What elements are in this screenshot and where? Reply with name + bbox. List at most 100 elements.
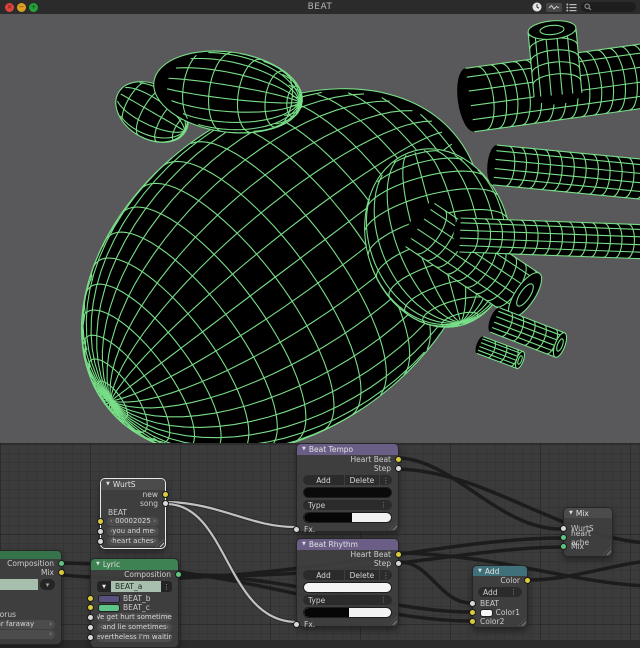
node-header[interactable]: ▼ WurtS	[101, 479, 165, 490]
value-slider[interactable]	[303, 607, 392, 618]
field-row	[0, 629, 61, 639]
socket-output-new[interactable]	[162, 491, 169, 498]
delete-button[interactable]: Delete	[344, 570, 379, 580]
node-header[interactable]: ▼ Lyric	[91, 559, 178, 570]
socket-output-step[interactable]	[395, 560, 402, 567]
socket-input-text-2[interactable]	[87, 623, 94, 631]
type-dropdown[interactable]: Type ⋮	[303, 595, 392, 605]
stepper-field-lyric[interactable]: nevertheless I'm waiting	[97, 632, 172, 642]
label-row: BEAT_c	[0, 601, 61, 610]
output-row-composition: Composition	[0, 559, 65, 568]
socket-input-3[interactable]	[97, 537, 104, 545]
viewport-3d[interactable]	[0, 14, 640, 456]
socket-output-composition[interactable]	[175, 571, 182, 578]
id-extra-button[interactable]: ⋮	[161, 581, 172, 592]
node-header[interactable]	[0, 551, 61, 559]
node-header[interactable]: ▼ Mix	[564, 508, 612, 518]
socket-output-heart-beat[interactable]	[395, 456, 402, 463]
socket-input-beat-c[interactable]	[87, 604, 94, 611]
collapse-triangle-icon[interactable]: ▼	[96, 562, 100, 567]
id-name-field[interactable]: BEAT_a	[111, 581, 161, 592]
dropdown-dots-icon: ⋮	[380, 596, 387, 604]
id-name-field[interactable]	[0, 579, 38, 590]
text-field-row: nevertheless I'm waiting	[87, 632, 178, 642]
type-label: Type	[308, 595, 326, 605]
stepper-field-number[interactable]: 00002025	[107, 516, 159, 526]
add-button[interactable]: Add	[303, 570, 344, 580]
collapse-triangle-icon[interactable]: ▼	[302, 447, 306, 452]
socket-output-song[interactable]	[162, 500, 169, 507]
stepper-field-text[interactable]: you and me	[107, 526, 159, 536]
dropdown-dots-icon: ⋮	[510, 588, 517, 596]
color-swatch-purple[interactable]	[98, 594, 120, 603]
socket-output-color[interactable]	[524, 577, 531, 584]
socket-input-2[interactable]	[97, 527, 104, 535]
stepper-field-text[interactable]: hear faraway	[0, 619, 55, 629]
socket-input-fx[interactable]	[293, 621, 300, 628]
socket-input-fx[interactable]	[293, 526, 300, 533]
node-beat-tempo[interactable]: ▼ Beat Tempo Heart Beat Step Add Delete …	[293, 443, 402, 534]
socket-input-mix[interactable]	[560, 543, 567, 550]
collapse-triangle-icon[interactable]: ▼	[106, 482, 110, 487]
stepper-field-empty[interactable]	[0, 629, 55, 639]
socket-input-1[interactable]	[97, 517, 104, 525]
node-beat-rhythm[interactable]: ▼ Beat Rhythm Heart Beat Step Add Delete…	[293, 538, 402, 629]
socket-input-beat-b[interactable]	[87, 595, 94, 602]
socket-input-text-3[interactable]	[87, 633, 94, 641]
node-header[interactable]: ▼ Beat Rhythm	[297, 539, 398, 550]
stepper-field-lyric[interactable]: We get hurt sometimes	[97, 612, 172, 622]
activity-wave-icon[interactable]	[546, 2, 562, 12]
stepper-field-lyric[interactable]: and lie sometimes	[97, 622, 172, 632]
socket-output-composition[interactable]	[58, 560, 65, 567]
list-icon[interactable]	[566, 3, 577, 12]
type-dropdown[interactable]: Type ⋮	[303, 500, 392, 510]
field-row: 00002025	[97, 516, 165, 526]
add-button[interactable]: Add	[303, 475, 344, 485]
id-extra-button[interactable]: ▾	[40, 579, 55, 590]
swatch-label: BEAT_b	[123, 594, 151, 603]
socket-input-color1[interactable]	[469, 609, 476, 616]
search-input[interactable]	[592, 3, 628, 11]
socket-input-heart-ache[interactable]	[560, 534, 567, 541]
socket-input-wurts[interactable]	[560, 525, 567, 532]
socket-output-mix[interactable]	[58, 569, 65, 576]
id-browse-button[interactable]: ▼	[97, 581, 111, 592]
socket-output-step[interactable]	[395, 465, 402, 472]
color-swatch-green[interactable]	[98, 603, 120, 612]
collapse-triangle-icon[interactable]: ▼	[478, 568, 482, 574]
label-row-beat: BEAT	[101, 508, 165, 517]
menu-dots-button[interactable]: ⋮	[380, 475, 392, 485]
node-header[interactable]: ▼ Beat Tempo	[297, 444, 398, 455]
output-row-composition: Composition	[91, 570, 182, 579]
node-wurts[interactable]: ▼ WurtS new song BEAT 00002025 you and m…	[97, 478, 169, 549]
value-slider[interactable]	[303, 512, 392, 523]
node-add[interactable]: ▼ Add Color Add ⋮ BEAT Color1 Color2	[469, 565, 531, 628]
output-row-step: Step	[297, 464, 402, 473]
node-left-partial[interactable]: Composition Mix ▾ BEAT_b BEAT_c BEAT_cho…	[0, 550, 65, 645]
color-swatch-white[interactable]	[480, 608, 493, 617]
node-lyric[interactable]: ▼ Lyric Composition ▼ BEAT_a ⋮ BEAT_b BE…	[87, 558, 182, 648]
wireframe-heart-mesh	[80, 20, 640, 456]
search-box[interactable]	[581, 2, 636, 12]
menu-dots-button[interactable]: ⋮	[380, 570, 392, 580]
node-title: Add	[484, 566, 500, 576]
clock-icon[interactable]	[532, 2, 542, 12]
input-row-beat: BEAT	[469, 599, 527, 608]
button-group: Add Delete ⋮	[303, 475, 392, 485]
socket-input-color2[interactable]	[469, 618, 476, 625]
input-row-color2: Color2	[469, 617, 527, 626]
color-bar-field[interactable]	[303, 582, 392, 593]
stepper-field-text[interactable]: heart aches	[107, 536, 159, 546]
socket-output-heart-beat[interactable]	[395, 551, 402, 558]
node-header[interactable]: ▼ Add	[473, 566, 527, 576]
input-row-heart-ache: heart ache	[560, 529, 612, 547]
node-mix[interactable]: ▼ Mix WurtS heart ache Mix	[560, 507, 613, 557]
collapse-triangle-icon[interactable]: ▼	[569, 510, 573, 516]
collapse-triangle-icon[interactable]: ▼	[302, 542, 306, 547]
socket-input-beat[interactable]	[469, 600, 476, 607]
blend-mode-dropdown[interactable]: Add ⋮	[478, 587, 522, 597]
output-label: Mix	[41, 568, 54, 577]
delete-button[interactable]: Delete	[344, 475, 379, 485]
color-bar-field[interactable]	[303, 487, 392, 498]
socket-input-text-1[interactable]	[87, 613, 94, 621]
